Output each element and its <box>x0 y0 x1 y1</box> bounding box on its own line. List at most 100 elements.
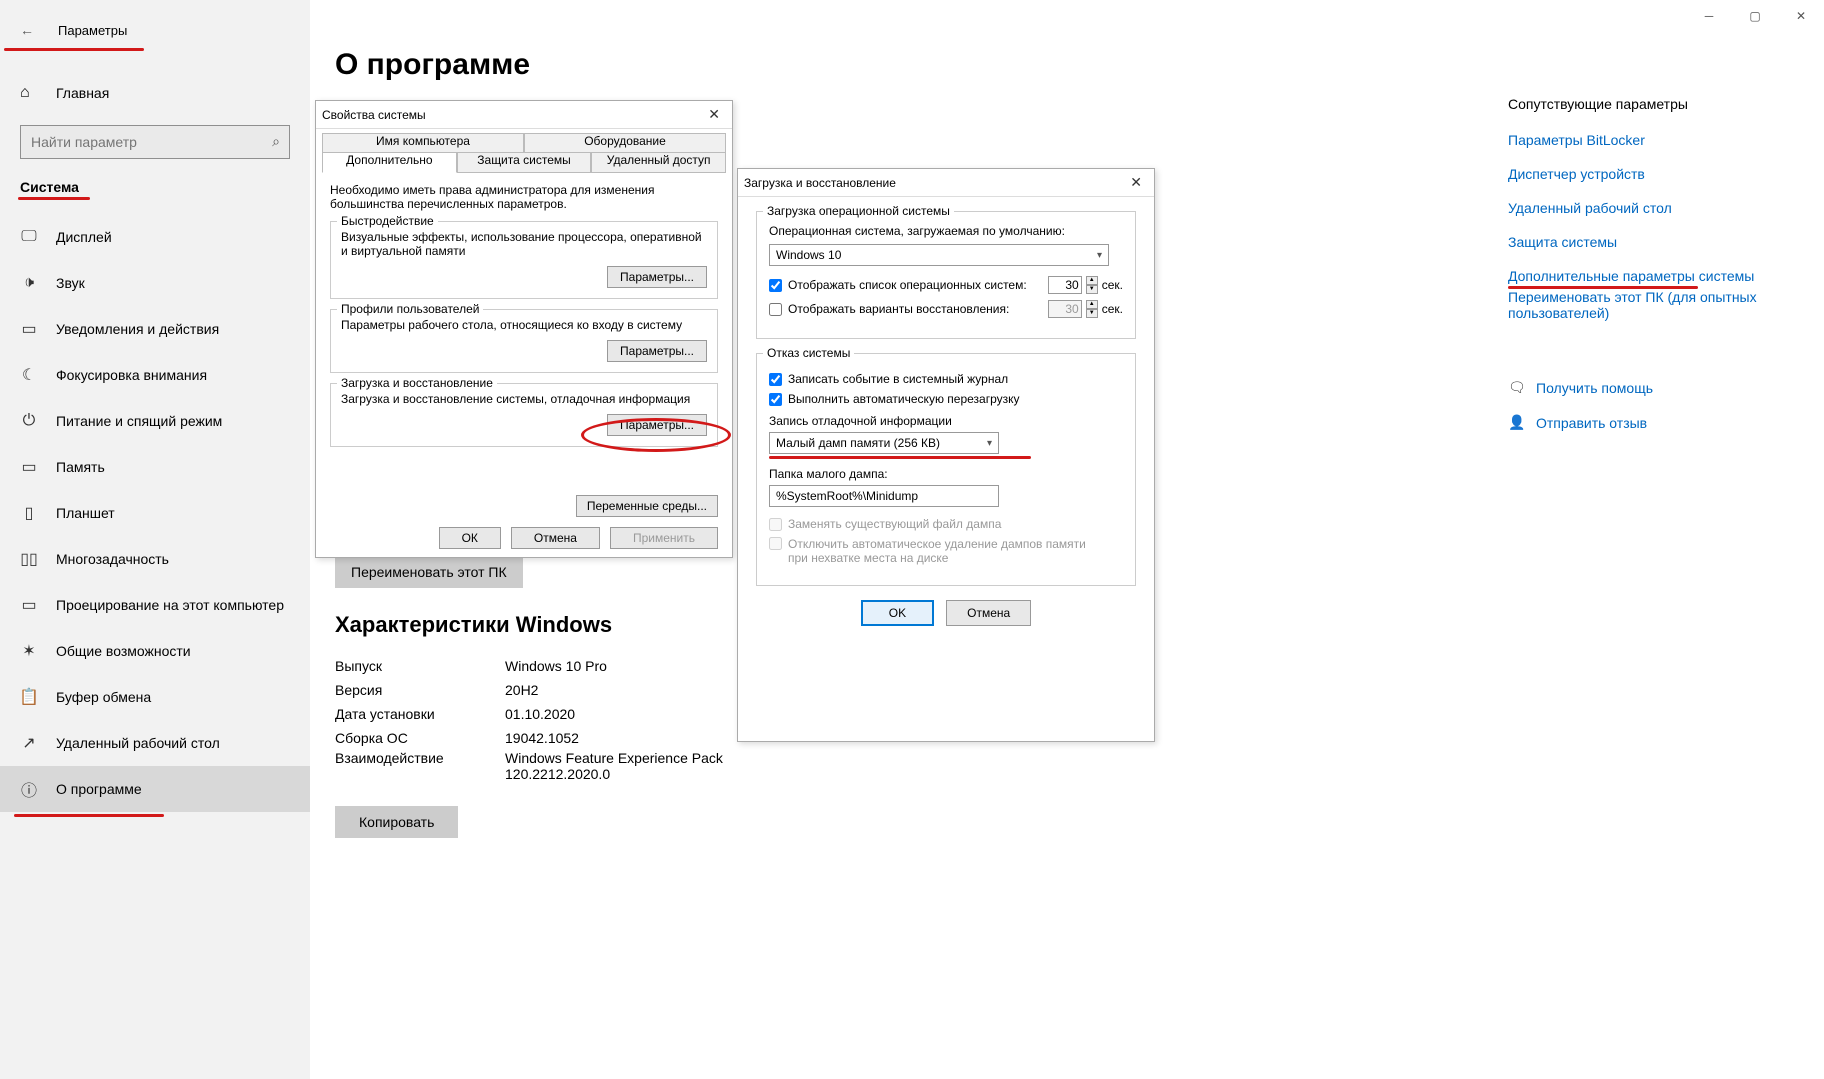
profiles-group: Профили пользователей Параметры рабочего… <box>330 309 718 373</box>
feedback-icon: 👤 <box>1508 414 1530 431</box>
spin-down-icon[interactable]: ▼ <box>1086 285 1098 294</box>
sidebar-nav: 🖵Дисплей 🕩Звук ▭Уведомления и действия ☾… <box>0 214 310 817</box>
link-send-feedback[interactable]: Отправить отзыв <box>1536 415 1647 431</box>
sidebar-item-clipboard[interactable]: 📋Буфер обмена <box>0 674 310 720</box>
link-bitlocker[interactable]: Параметры BitLocker <box>1508 132 1768 148</box>
env-vars-button[interactable]: Переменные среды... <box>576 495 718 517</box>
close-button[interactable]: ✕ <box>1778 0 1824 32</box>
rename-pc-button[interactable]: Переименовать этот ПК <box>335 556 523 588</box>
sidebar-item-remote[interactable]: ↗Удаленный рабочий стол <box>0 720 310 766</box>
spec-row: Сборка ОС19042.1052 <box>335 726 765 750</box>
chevron-down-icon: ▾ <box>987 438 992 449</box>
boot-group: Загрузка операционной системы Операционн… <box>756 211 1136 339</box>
dump-type-combo[interactable]: Малый дамп памяти (256 КВ)▾ <box>769 432 999 454</box>
cancel-button[interactable]: Отмена <box>511 527 600 549</box>
sidebar-item-projecting[interactable]: ▭Проецирование на этот компьютер <box>0 582 310 628</box>
sidebar-item-notifications[interactable]: ▭Уведомления и действия <box>0 306 310 352</box>
tab-advanced[interactable]: Дополнительно <box>322 153 457 173</box>
spin-up-icon: ▲ <box>1086 300 1098 309</box>
page-title: О программе <box>335 48 1824 82</box>
sidebar-home[interactable]: ⌂ Главная <box>0 73 310 113</box>
spec-row: ВзаимодействиеWindows Feature Experience… <box>335 750 765 782</box>
sidebar-section-label: Система <box>0 159 310 195</box>
related-title: Сопутствующие параметры <box>1508 96 1768 112</box>
link-system-protection[interactable]: Защита системы <box>1508 234 1768 250</box>
link-device-manager[interactable]: Диспетчер устройств <box>1508 166 1768 182</box>
copy-button[interactable]: Копировать <box>335 806 458 838</box>
display-icon: 🖵 <box>20 228 38 246</box>
show-recovery-label: Отображать варианты восстановления: <box>788 302 1009 316</box>
sidebar-item-power[interactable]: ⏻Питание и спящий режим <box>0 398 310 444</box>
annotation-underline <box>4 48 144 51</box>
link-advanced-settings[interactable]: Дополнительные параметры системы <box>1508 268 1768 284</box>
show-os-list-label: Отображать список операционных систем: <box>788 278 1027 292</box>
home-icon: ⌂ <box>20 84 38 102</box>
window-title: Параметры <box>58 23 127 38</box>
group-legend: Загрузка операционной системы <box>763 204 954 218</box>
ok-button[interactable]: OK <box>861 600 934 626</box>
show-recovery-checkbox[interactable] <box>769 303 782 316</box>
search-icon[interactable]: ⌕ <box>272 133 280 150</box>
os-list-timeout-input[interactable] <box>1048 276 1082 294</box>
remote-icon: ↗ <box>20 733 38 753</box>
spec-row: ВыпускWindows 10 Pro <box>335 654 765 678</box>
spec-row: Версия20H2 <box>335 678 765 702</box>
maximize-button[interactable]: ▢ <box>1732 0 1778 32</box>
tab-remote[interactable]: Удаленный доступ <box>591 153 726 173</box>
minimize-button[interactable]: ─ <box>1686 0 1732 32</box>
storage-icon: ▭ <box>20 457 38 477</box>
overwrite-checkbox <box>769 518 782 531</box>
log-event-checkbox[interactable] <box>769 373 782 386</box>
specs-title: Характеристики Windows <box>335 612 765 638</box>
dump-label: Запись отладочной информации <box>769 414 1123 428</box>
multitask-icon: ▯▯ <box>20 549 38 569</box>
profiles-settings-button[interactable]: Параметры... <box>607 340 707 362</box>
performance-group: Быстродействие Визуальные эффекты, испол… <box>330 221 718 299</box>
sidebar-item-sound[interactable]: 🕩Звук <box>0 260 310 306</box>
tab-protection[interactable]: Защита системы <box>457 153 592 173</box>
link-get-help[interactable]: Получить помощь <box>1536 380 1653 396</box>
sidebar-item-focus[interactable]: ☾Фокусировка внимания <box>0 352 310 398</box>
project-icon: ▭ <box>20 595 38 615</box>
chat-icon: ▭ <box>20 319 38 339</box>
sidebar-home-label: Главная <box>56 85 109 101</box>
failure-group: Отказ системы Записать событие в системн… <box>756 353 1136 586</box>
performance-settings-button[interactable]: Параметры... <box>607 266 707 288</box>
cancel-button[interactable]: Отмена <box>946 600 1031 626</box>
dump-folder-input[interactable] <box>769 485 999 507</box>
windows-specs: Характеристики Windows ВыпускWindows 10 … <box>335 612 765 782</box>
show-os-list-checkbox[interactable] <box>769 279 782 292</box>
dialog-titlebar[interactable]: Загрузка и восстановление ✕ <box>738 169 1154 197</box>
close-icon[interactable]: ✕ <box>1124 174 1148 191</box>
ok-button[interactable]: ОК <box>439 527 501 549</box>
tab-computer-name[interactable]: Имя компьютера <box>322 133 524 152</box>
dump-folder-label: Папка малого дампа: <box>769 467 1123 481</box>
power-icon: ⏻ <box>20 412 38 430</box>
sidebar-item-multitasking[interactable]: ▯▯Многозадачность <box>0 536 310 582</box>
back-icon[interactable]: ← <box>20 22 34 38</box>
sidebar-item-storage[interactable]: ▭Память <box>0 444 310 490</box>
link-rename-pc-advanced[interactable]: Переименовать этот ПК (для опытных польз… <box>1508 289 1768 321</box>
group-legend: Быстродействие <box>337 214 438 228</box>
spin-down-icon: ▼ <box>1086 309 1098 318</box>
link-remote-desktop[interactable]: Удаленный рабочий стол <box>1508 200 1768 216</box>
dialog-titlebar[interactable]: Свойства системы ✕ <box>316 101 732 129</box>
sidebar-item-display[interactable]: 🖵Дисплей <box>0 214 310 260</box>
moon-icon: ☾ <box>20 365 38 385</box>
spec-row: Дата установки01.10.2020 <box>335 702 765 726</box>
sidebar-item-shared[interactable]: ✶Общие возможности <box>0 628 310 674</box>
sidebar-item-tablet[interactable]: ▯Планшет <box>0 490 310 536</box>
sound-icon: 🕩 <box>20 274 38 292</box>
close-icon[interactable]: ✕ <box>702 106 726 123</box>
annotation-underline <box>14 814 164 817</box>
search-input[interactable] <box>20 125 290 159</box>
tab-hardware[interactable]: Оборудование <box>524 133 726 152</box>
clipboard-icon: 📋 <box>20 687 38 707</box>
sidebar-item-about[interactable]: ⓘО программе <box>0 766 310 812</box>
default-os-label: Операционная система, загружаемая по умо… <box>769 224 1123 238</box>
spin-up-icon[interactable]: ▲ <box>1086 276 1098 285</box>
disable-autodelete-checkbox <box>769 537 782 550</box>
startup-settings-button[interactable]: Параметры... <box>607 414 707 436</box>
auto-restart-checkbox[interactable] <box>769 393 782 406</box>
default-os-combo[interactable]: Windows 10▾ <box>769 244 1109 266</box>
